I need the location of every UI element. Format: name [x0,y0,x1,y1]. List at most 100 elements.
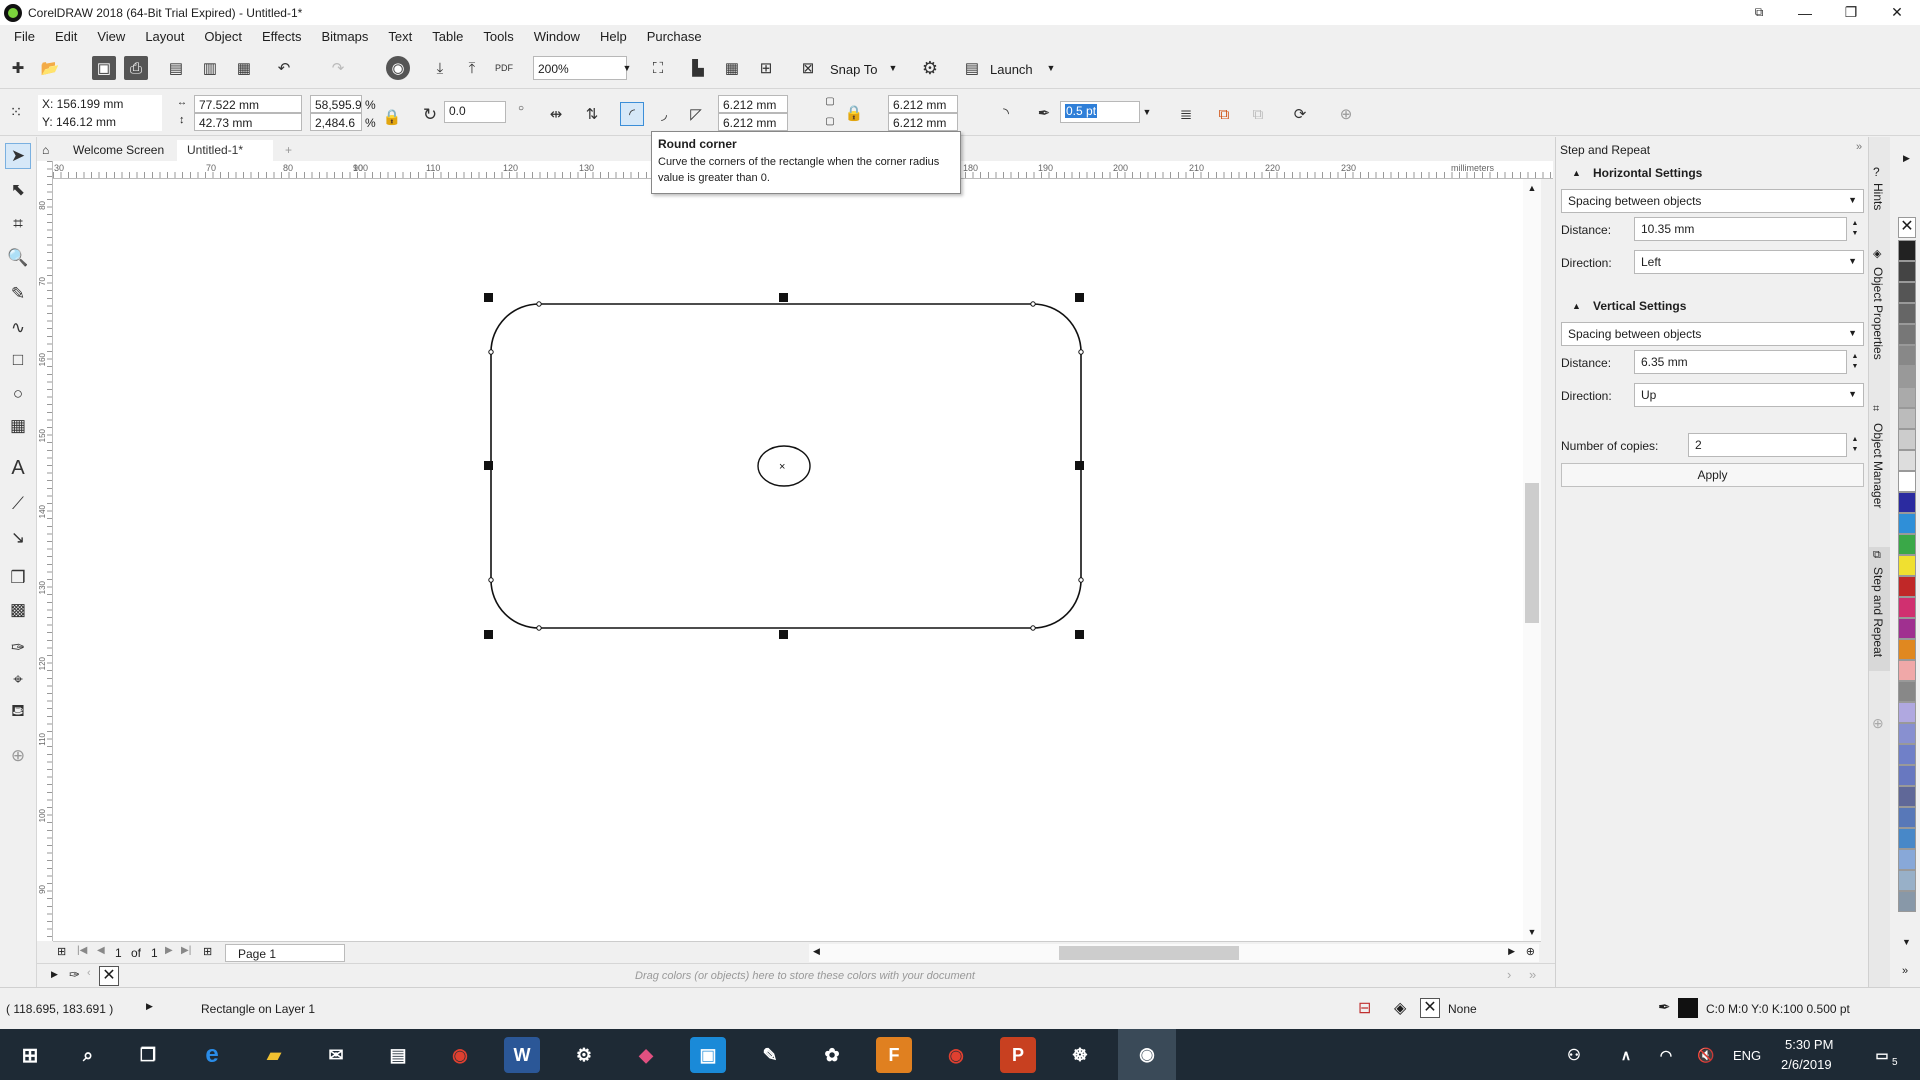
fill-none-swatch-icon[interactable]: ✕ [1420,998,1440,1018]
import-icon[interactable]: ⤓ [428,56,452,80]
outline-color-swatch[interactable] [1678,998,1698,1018]
palette-more-icon[interactable]: » [1529,967,1536,982]
word-icon[interactable]: W [504,1037,540,1073]
task-view-icon[interactable]: ❐ [130,1037,166,1073]
scale-width-input[interactable]: 58,595.9 [310,95,362,113]
clock-time[interactable]: 5:30 PM [1785,1037,1833,1052]
palette-swatch[interactable] [1898,303,1916,324]
palette-swatch[interactable] [1898,849,1916,870]
windows-start-icon[interactable]: ⊞ [12,1037,48,1073]
settings-gear-icon[interactable]: ⚙ [566,1037,602,1073]
x-position-input[interactable]: X: 156.199 mm [38,95,162,113]
paste-icon[interactable]: ▦ [232,56,256,80]
v-direction-select[interactable]: Up [1634,383,1864,407]
navigator-zoom-icon[interactable]: ⊕ [1526,945,1535,958]
first-page-icon[interactable]: |◀ [77,945,87,956]
restore-help-icon[interactable]: ⧉ [1736,0,1782,25]
horizontal-mode-select[interactable]: Spacing between objects [1561,189,1864,213]
clock-date[interactable]: 2/6/2019 [1781,1057,1832,1072]
palette-swatch[interactable] [1898,723,1916,744]
ellipse-tool-icon[interactable]: ○ [5,381,31,407]
palette-swatch[interactable] [1898,534,1916,555]
docker-collapse-icon[interactable]: » [1856,141,1862,153]
zoom-dropdown-icon[interactable]: ▼ [620,58,634,78]
maximize-button[interactable]: ❐ [1828,0,1874,25]
mirror-horizontal-icon[interactable]: ⇹ [544,102,568,126]
volume-muted-icon[interactable]: 🔇 [1688,1037,1724,1073]
freehand-tool-icon[interactable]: ✎ [5,281,31,307]
next-page-icon[interactable]: ▶ [165,945,173,956]
palette-no-color-icon[interactable]: ✕ [1898,217,1916,238]
close-button[interactable]: ✕ [1874,0,1920,25]
add-page-before-icon[interactable]: ⊞ [57,945,66,958]
palette-swatch[interactable] [1898,240,1916,261]
h-distance-input[interactable]: 10.35 mm [1634,217,1847,241]
status-expand-icon[interactable]: ▶ [146,1001,153,1012]
vertical-mode-select[interactable]: Spacing between objects [1561,322,1864,346]
show-rulers-icon[interactable]: ▙ [686,56,710,80]
palette-swatch[interactable] [1898,891,1916,912]
scalloped-corner-button[interactable]: ◞ [652,102,676,126]
menu-text[interactable]: Text [378,29,422,44]
palette-swatch[interactable] [1898,324,1916,345]
vertical-collapse-icon[interactable]: ▲ [1572,301,1581,311]
menu-view[interactable]: View [87,29,135,44]
palette-swatch[interactable] [1898,471,1916,492]
quick-customize-icon[interactable]: ⊕ [1334,102,1358,126]
scroll-down-icon[interactable]: ▼ [1523,923,1541,941]
search-content-icon[interactable]: ◉ [386,56,410,80]
palette-swatch[interactable] [1898,660,1916,681]
network-icon[interactable]: ◠ [1648,1037,1684,1073]
menu-object[interactable]: Object [194,29,252,44]
export-icon[interactable]: ⤒ [460,56,484,80]
coreldraw-suite-icon[interactable]: ✎ [752,1037,788,1073]
copies-input[interactable]: 2 [1688,433,1847,457]
to-back-icon[interactable]: ⧉ [1246,102,1270,126]
menu-bitmaps[interactable]: Bitmaps [311,29,378,44]
smart-fill-icon[interactable]: ⛾ [5,699,31,725]
open-icon[interactable]: 📂 [38,56,62,80]
menu-purchase[interactable]: Purchase [637,29,712,44]
pick-tool-icon[interactable]: ➤ [5,143,31,169]
palette-swatch[interactable] [1898,513,1916,534]
copies-spinner-icon[interactable]: ▲ ▼ [1847,433,1863,457]
palette-scroll-down-icon[interactable]: ▼ [1902,937,1911,947]
palette-swatch[interactable] [1898,492,1916,513]
menu-tools[interactable]: Tools [473,29,523,44]
file-explorer-icon[interactable]: ▰ [256,1037,292,1073]
menu-effects[interactable]: Effects [252,29,312,44]
polygon-tool-icon[interactable]: ▦ [5,413,31,439]
side-tab-hints[interactable]: Hints [1871,183,1885,210]
menu-help[interactable]: Help [590,29,637,44]
add-docker-icon[interactable]: ⊕ [1872,715,1884,732]
zoom-level-input[interactable]: 200% [533,56,627,80]
show-grid-icon[interactable]: ▦ [720,56,744,80]
palette-swatch[interactable] [1898,870,1916,891]
app-square-icon[interactable]: ▣ [690,1037,726,1073]
eyedropper-icon[interactable]: ✑ [5,635,31,661]
palette-swatch[interactable] [1898,702,1916,723]
corner-radius-bottom-right[interactable]: 6.212 mm [888,113,958,131]
text-tool-icon[interactable]: A [5,455,31,481]
tab-welcome-screen[interactable]: Welcome Screen [63,140,174,161]
transparency-icon[interactable]: ▩ [5,597,31,623]
launch-label[interactable]: Launch [990,62,1033,77]
horizontal-scrollbar[interactable]: ◀ ▶ ⊕ [809,944,1539,962]
mirror-vertical-icon[interactable]: ⇅ [580,102,604,126]
corner-radius-top-right[interactable]: 6.212 mm [888,95,958,113]
palette-expand-icon[interactable]: ▶ [51,969,58,980]
round-corner-button[interactable]: ◜ [620,102,644,126]
menu-table[interactable]: Table [422,29,473,44]
palette-flyout-icon[interactable]: ▶ [1903,153,1910,164]
redo-icon[interactable]: ↷ [326,56,350,80]
tab-untitled-1[interactable]: Untitled-1* [177,140,273,161]
launch-icon[interactable]: ▤ [960,56,984,80]
drop-shadow-icon[interactable]: ❒ [5,565,31,591]
h-distance-spinner-icon[interactable]: ▲ ▼ [1847,217,1863,241]
outline-width-input[interactable]: 0.5 pt [1060,101,1140,123]
horizontal-scroll-thumb[interactable] [1059,946,1239,960]
palette-swatch[interactable] [1898,618,1916,639]
prev-page-icon[interactable]: ◀ [97,945,105,956]
scale-height-input[interactable]: 2,484.6 [310,113,362,131]
undo-icon[interactable]: ↶ [272,56,296,80]
